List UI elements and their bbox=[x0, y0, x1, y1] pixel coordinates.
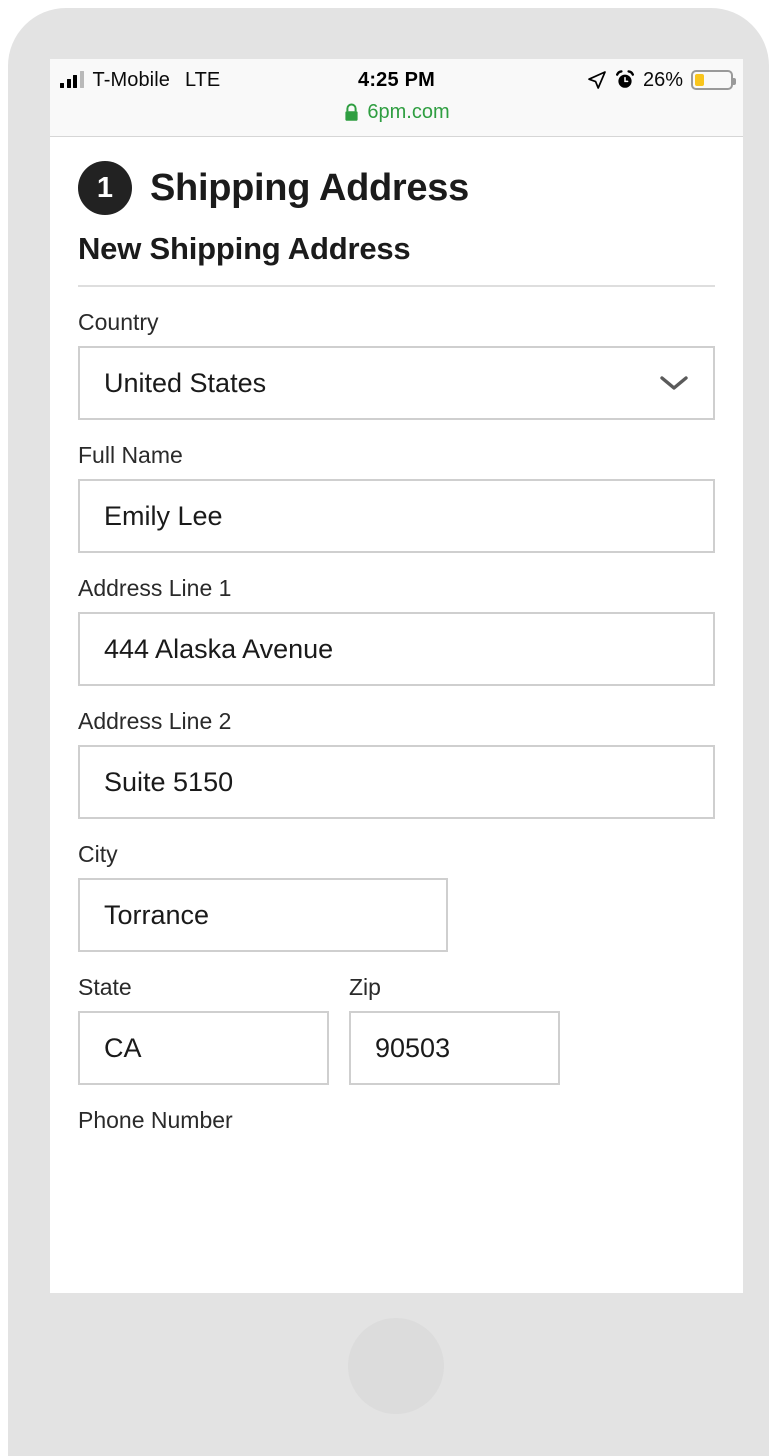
full-name-value: Emily Lee bbox=[104, 500, 223, 531]
full-name-label: Full Name bbox=[78, 442, 183, 468]
field-phone-number: Phone Number bbox=[78, 1107, 715, 1133]
battery-fill bbox=[695, 74, 704, 86]
address-line-1-label: Address Line 1 bbox=[78, 575, 232, 601]
address-line-2-input[interactable]: Suite 5150 bbox=[78, 745, 715, 819]
state-value: CA bbox=[104, 1032, 142, 1063]
url-label: 6pm.com bbox=[367, 101, 450, 123]
step-number-badge: 1 bbox=[78, 161, 132, 215]
state-label: State bbox=[78, 974, 132, 1000]
address-line-2-value: Suite 5150 bbox=[104, 766, 234, 797]
battery-percentage-label: 26% bbox=[642, 68, 683, 91]
carrier-label: T-Mobile bbox=[92, 68, 170, 91]
phone-number-label: Phone Number bbox=[78, 1107, 233, 1133]
browser-url-bar[interactable]: 6pm.com bbox=[50, 101, 743, 137]
address-line-1-input[interactable]: 444 Alaska Avenue bbox=[78, 612, 715, 686]
device-frame: T-Mobile LTE 4:25 PM 26% 6pm.com 1 Shipp… bbox=[8, 8, 769, 1456]
field-zip: Zip 90503 bbox=[349, 974, 560, 1085]
field-address-line-1: Address Line 1 444 Alaska Avenue bbox=[78, 575, 715, 686]
field-country: Country United States bbox=[78, 309, 715, 420]
section-divider bbox=[78, 285, 715, 287]
padlock-icon bbox=[343, 103, 360, 123]
country-select-value: United States bbox=[104, 367, 267, 398]
checkout-page: 1 Shipping Address New Shipping Address … bbox=[50, 137, 743, 1293]
clock-label: 4:25 PM bbox=[358, 68, 435, 91]
city-value: Torrance bbox=[104, 899, 210, 930]
state-zip-row: State CA Zip 90503 bbox=[78, 974, 715, 1107]
field-full-name: Full Name Emily Lee bbox=[78, 442, 715, 553]
field-city: City Torrance bbox=[78, 841, 715, 952]
status-bar-left: T-Mobile LTE bbox=[60, 59, 220, 101]
home-button[interactable] bbox=[348, 1318, 444, 1414]
network-type-label: LTE bbox=[185, 68, 221, 91]
zip-input[interactable]: 90503 bbox=[349, 1011, 560, 1085]
location-arrow-icon bbox=[587, 70, 607, 90]
country-label: Country bbox=[78, 309, 159, 335]
section-title: New Shipping Address bbox=[78, 231, 411, 266]
city-input[interactable]: Torrance bbox=[78, 878, 448, 952]
city-label: City bbox=[78, 841, 118, 867]
field-address-line-2: Address Line 2 Suite 5150 bbox=[78, 708, 715, 819]
address-line-1-value: 444 Alaska Avenue bbox=[104, 633, 334, 664]
alarm-clock-icon bbox=[615, 70, 635, 90]
state-input[interactable]: CA bbox=[78, 1011, 329, 1085]
address-line-2-label: Address Line 2 bbox=[78, 708, 232, 734]
browser-viewport: T-Mobile LTE 4:25 PM 26% 6pm.com 1 Shipp… bbox=[50, 59, 743, 1293]
zip-value: 90503 bbox=[375, 1032, 451, 1063]
country-select[interactable]: United States bbox=[78, 346, 715, 420]
zip-label: Zip bbox=[349, 974, 381, 1000]
status-bar: T-Mobile LTE 4:25 PM 26% bbox=[50, 59, 743, 101]
battery-icon bbox=[691, 70, 736, 90]
page-title: Shipping Address bbox=[150, 166, 469, 209]
cellular-signal-icon bbox=[60, 71, 84, 88]
full-name-input[interactable]: Emily Lee bbox=[78, 479, 715, 553]
step-header: 1 Shipping Address bbox=[78, 161, 715, 215]
status-bar-right: 26% bbox=[587, 59, 736, 101]
chevron-down-icon bbox=[660, 376, 688, 390]
field-state: State CA bbox=[78, 974, 329, 1085]
